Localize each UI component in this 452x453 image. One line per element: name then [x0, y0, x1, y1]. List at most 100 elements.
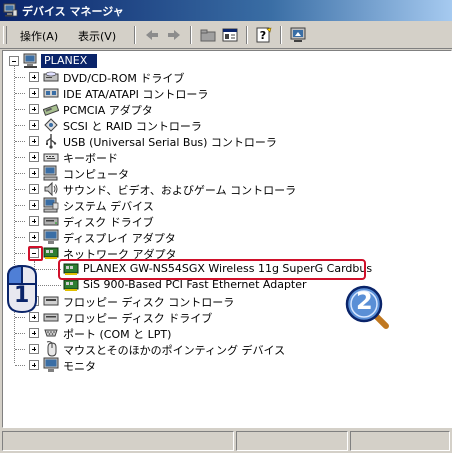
title-bar[interactable]: デバイス マネージャ [0, 0, 452, 21]
tree-category-pcmcia[interactable]: PCMCIA アダプタ [3, 101, 443, 117]
tree-root[interactable]: PLANEX [3, 53, 303, 69]
tree-category-label: DVD/CD-ROM ドライブ [63, 72, 185, 85]
computer-root-icon [23, 53, 39, 69]
expand-toggle[interactable] [29, 232, 39, 242]
device-tree[interactable]: PLANEX DVD/CD-ROM ドライブ IDE ATA/ATAPI コントロ… [2, 50, 452, 428]
ide-controller-icon [43, 85, 59, 101]
disk-drive-icon [43, 213, 59, 229]
forward-arrow-icon [168, 30, 180, 40]
menu-view[interactable]: 表示(V) [78, 28, 116, 44]
display-icon [43, 229, 59, 245]
toolbar-separator [134, 26, 136, 44]
status-pane-main [2, 431, 234, 451]
menu-action[interactable]: 操作(A) [20, 28, 58, 44]
expand-toggle[interactable] [29, 72, 39, 82]
tree-guide-line [15, 333, 25, 335]
tree-category-label: サウンド、ビデオ、およびゲーム コントローラ [63, 184, 297, 197]
tree-guide-line [15, 173, 25, 175]
expand-toggle[interactable] [29, 328, 39, 338]
system-device-icon [43, 197, 59, 213]
step-1-mouse-marker: 1 [4, 262, 40, 314]
tree-category-sound[interactable]: サウンド、ビデオ、およびゲーム コントローラ [3, 181, 443, 197]
device-highlight [58, 259, 366, 280]
collapse-root-toggle[interactable] [9, 56, 19, 66]
sound-icon [43, 181, 59, 197]
mouse-icon [43, 341, 59, 357]
tree-category-scsi[interactable]: SCSI と RAID コントローラ [3, 117, 443, 133]
scan-hardware-button[interactable] [288, 26, 308, 44]
expand-toggle[interactable] [29, 344, 39, 354]
expand-toggle[interactable] [29, 136, 39, 146]
menu-toolbar-bar: 操作(A) 表示(V) ? [0, 22, 452, 49]
tree-category-display[interactable]: ディスプレイ アダプタ [3, 229, 443, 245]
tree-category-label: モニタ [63, 360, 96, 373]
help-button[interactable]: ? [254, 26, 274, 44]
floppy-controller-icon [43, 293, 59, 309]
tree-category-system-device[interactable]: システム デバイス [3, 197, 443, 213]
keyboard-icon [43, 149, 59, 165]
tree-category-label: ポート (COM と LPT) [63, 328, 172, 341]
expand-toggle[interactable] [29, 168, 39, 178]
port-icon [43, 325, 59, 341]
tree-category-label: コンピュータ [63, 168, 129, 181]
expand-toggle[interactable] [29, 216, 39, 226]
tree-guide-line [15, 317, 25, 319]
tree-category-computer[interactable]: コンピュータ [3, 165, 443, 181]
status-bar [0, 428, 452, 453]
tree-guide-line [15, 221, 25, 223]
device-manager-app-icon [3, 3, 18, 17]
back-button[interactable] [142, 26, 162, 44]
tree-guide-line [15, 109, 25, 111]
tree-guide-line [15, 205, 25, 207]
tree-category-label: ディスプレイ アダプタ [63, 232, 176, 245]
expand-toggle[interactable] [29, 120, 39, 130]
tree-category-label: PCMCIA アダプタ [63, 104, 153, 117]
computer-icon [43, 165, 59, 181]
help-icon: ? [256, 27, 272, 43]
toolbar-separator [280, 26, 282, 44]
tree-guide-line [15, 93, 25, 95]
tree-category-disk-drive[interactable]: ディスク ドライブ [3, 213, 443, 229]
tree-category-label: USB (Universal Serial Bus) コントローラ [63, 136, 277, 149]
network-adapter-icon [43, 245, 59, 261]
expand-toggle[interactable] [29, 152, 39, 162]
expand-toggle[interactable] [29, 88, 39, 98]
tree-category-keyboard[interactable]: キーボード [3, 149, 443, 165]
window-title: デバイス マネージャ [22, 5, 124, 18]
tree-category-ide-controller[interactable]: IDE ATA/ATAPI コントローラ [3, 85, 443, 101]
expand-highlight [28, 246, 43, 261]
tree-category-label: フロッピー ディスク ドライブ [63, 312, 213, 325]
properties-button[interactable] [220, 26, 240, 44]
tree-guide-line [15, 365, 25, 367]
expand-toggle[interactable] [29, 104, 39, 114]
tree-guide-line [15, 141, 25, 143]
tree-category-usb[interactable]: USB (Universal Serial Bus) コントローラ [3, 133, 443, 149]
expand-toggle[interactable] [29, 360, 39, 370]
expand-toggle[interactable] [29, 200, 39, 210]
floppy-drive-icon [43, 309, 59, 325]
tree-guide-line [15, 157, 25, 159]
forward-button[interactable] [164, 26, 184, 44]
tree-category-label: ディスク ドライブ [63, 216, 154, 229]
tree-guide-line [15, 125, 25, 127]
tree-guide-line [15, 189, 25, 191]
up-folder-button[interactable] [198, 26, 218, 44]
tree-category-monitor[interactable]: モニタ [3, 357, 443, 373]
svg-text:?: ? [260, 29, 266, 42]
monitor-icon [43, 357, 59, 373]
tree-category-label: SCSI と RAID コントローラ [63, 120, 202, 133]
status-pane-2 [236, 431, 348, 451]
usb-icon [43, 133, 59, 149]
tree-category-label: マウスとそのほかのポインティング デバイス [63, 344, 286, 357]
menu-grip [3, 26, 7, 44]
tree-category-cdrom[interactable]: DVD/CD-ROM ドライブ [3, 69, 443, 85]
tree-category-label: システム デバイス [63, 200, 154, 213]
toolbar-separator [190, 26, 192, 44]
tree-category-label: IDE ATA/ATAPI コントローラ [63, 88, 209, 101]
expand-toggle[interactable] [29, 184, 39, 194]
cdrom-icon [43, 69, 59, 85]
tree-guide-line [15, 77, 25, 79]
properties-icon [222, 28, 238, 42]
status-pane-3 [350, 431, 450, 451]
tree-category-mouse[interactable]: マウスとそのほかのポインティング デバイス [3, 341, 443, 357]
